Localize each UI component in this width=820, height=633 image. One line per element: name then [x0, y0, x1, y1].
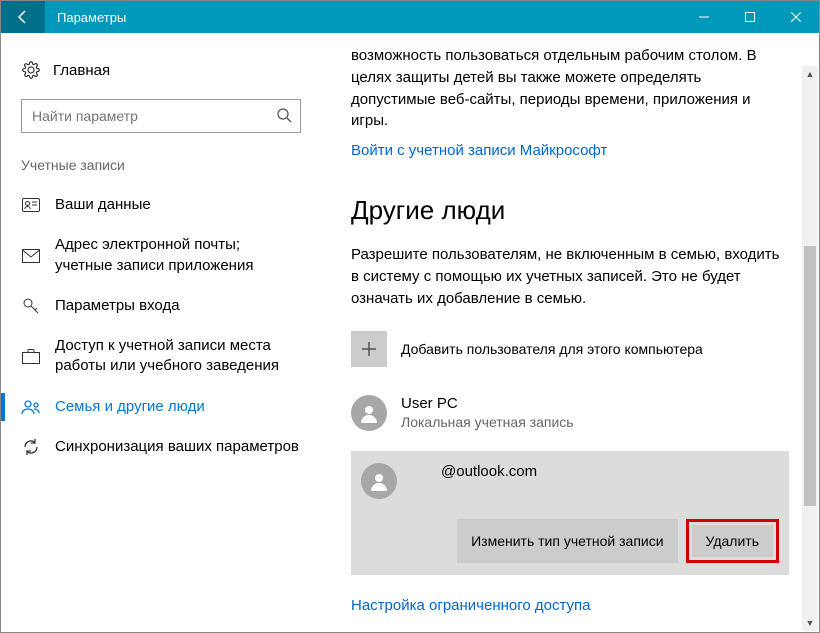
user-row[interactable]: User PC Локальная учетная запись — [351, 389, 789, 437]
search-box[interactable] — [21, 99, 301, 133]
user-name: User PC — [401, 395, 574, 412]
minimize-icon — [699, 12, 709, 22]
home-label: Главная — [53, 62, 110, 79]
scrollbar-vertical[interactable]: ▲ ▼ — [802, 66, 818, 631]
restricted-access-link[interactable]: Настройка ограниченного доступа — [351, 597, 789, 614]
scroll-up-button[interactable]: ▲ — [802, 66, 818, 82]
main-panel: возможность пользоваться отдельным рабоч… — [321, 33, 819, 632]
family-intro-text: возможность пользоваться отдельным рабоч… — [351, 45, 789, 132]
close-button[interactable] — [773, 1, 819, 33]
person-icon — [358, 402, 380, 424]
plus-icon — [351, 331, 387, 367]
sidebar-section-label: Учетные записи — [1, 149, 321, 185]
sync-icon — [21, 438, 41, 456]
user-row-selected[interactable]: @outlook.com Изменить тип учетной записи… — [351, 451, 789, 575]
key-icon — [21, 297, 41, 315]
change-account-type-button[interactable]: Изменить тип учетной записи — [457, 519, 677, 563]
sidebar-item-email[interactable]: Адрес электронной почты; учетные записи … — [1, 225, 321, 286]
person-badge-icon — [21, 198, 41, 212]
sidebar-item-work-access[interactable]: Доступ к учетной записи места работы или… — [1, 326, 321, 387]
sidebar-item-label: Параметры входа — [55, 296, 180, 316]
sidebar-item-label: Ваши данные — [55, 195, 151, 215]
person-icon — [368, 470, 390, 492]
sidebar-item-label: Доступ к учетной записи места работы или… — [55, 336, 301, 377]
scrollbar-thumb[interactable] — [804, 246, 816, 506]
other-people-heading: Другие люди — [351, 195, 789, 226]
home-button[interactable]: Главная — [1, 53, 321, 87]
close-icon — [791, 12, 801, 22]
sidebar-item-family[interactable]: Семья и другие люди — [1, 387, 321, 427]
window-title: Параметры — [45, 10, 681, 25]
sidebar-item-label: Семья и другие люди — [55, 397, 205, 417]
mail-icon — [21, 249, 41, 263]
sidebar-item-your-info[interactable]: Ваши данные — [1, 185, 321, 225]
sidebar-item-signin-options[interactable]: Параметры входа — [1, 286, 321, 326]
sidebar-item-label: Синхронизация ваших параметров — [55, 437, 299, 457]
delete-button[interactable]: Удалить — [692, 525, 773, 557]
add-user-button[interactable]: Добавить пользователя для этого компьюте… — [351, 331, 789, 367]
other-people-desc: Разрешите пользователям, не включенным в… — [351, 244, 789, 309]
user-subtitle: Локальная учетная запись — [401, 414, 574, 430]
sidebar-item-label: Адрес электронной почты; учетные записи … — [55, 235, 301, 276]
avatar — [351, 395, 387, 431]
scroll-down-button[interactable]: ▼ — [802, 615, 818, 631]
user-name: @outlook.com — [441, 463, 537, 480]
avatar — [361, 463, 397, 499]
add-user-label: Добавить пользователя для этого компьюте… — [401, 341, 703, 357]
people-icon — [21, 399, 41, 415]
maximize-button[interactable] — [727, 1, 773, 33]
back-button[interactable] — [1, 1, 45, 33]
search-icon — [276, 107, 292, 126]
arrow-left-icon — [15, 9, 31, 25]
sidebar: Главная Учетные записи Ваши данные Адрес… — [1, 33, 321, 632]
search-input[interactable] — [32, 108, 276, 124]
gear-icon — [21, 61, 41, 79]
maximize-icon — [745, 12, 755, 22]
briefcase-icon — [21, 348, 41, 364]
signin-ms-link[interactable]: Войти с учетной записи Майкрософт — [351, 142, 789, 159]
highlight-frame: Удалить — [686, 519, 779, 563]
sidebar-item-sync[interactable]: Синхронизация ваших параметров — [1, 427, 321, 467]
minimize-button[interactable] — [681, 1, 727, 33]
